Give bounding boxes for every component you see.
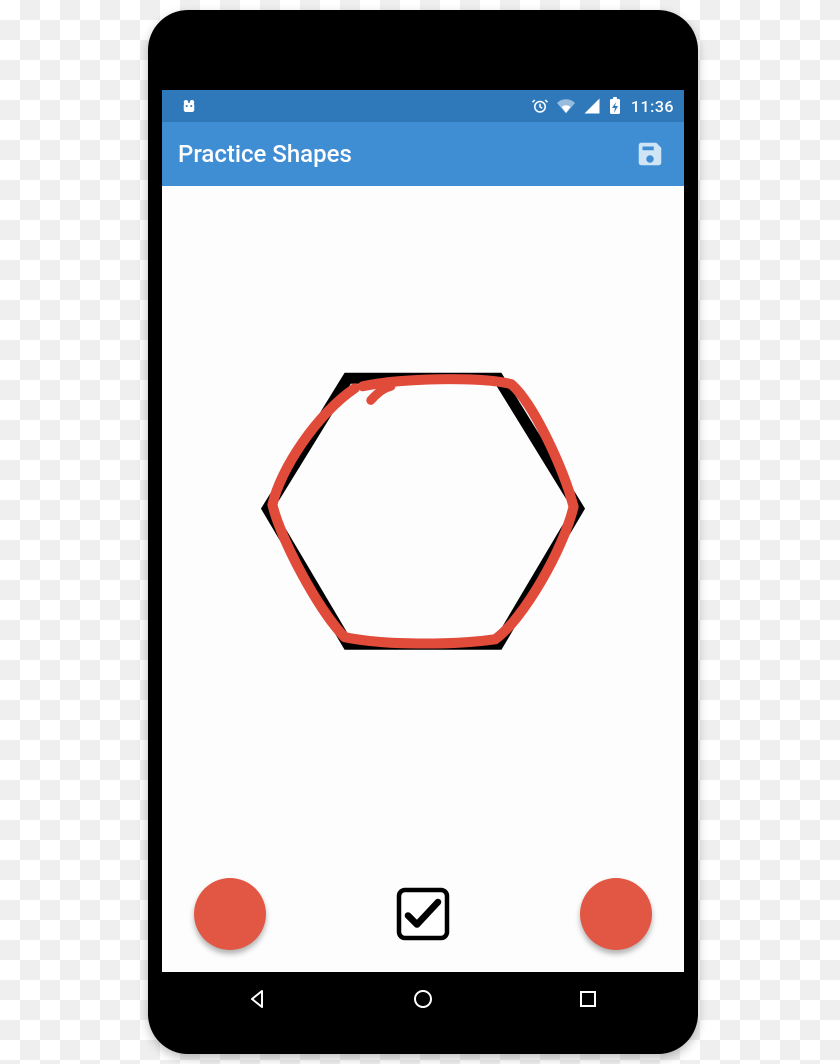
marshmallow-icon: [180, 97, 198, 115]
app-bar: Practice Shapes: [162, 122, 684, 186]
signal-icon: [583, 97, 601, 115]
phone-inner: 11:36 Practice Shapes: [162, 24, 684, 1040]
checkmark-icon: [162, 878, 684, 950]
nav-recents-button[interactable]: [558, 979, 618, 1019]
drawing-canvas[interactable]: [162, 186, 684, 972]
phone-frame: 11:36 Practice Shapes: [148, 10, 698, 1054]
back-icon: [246, 987, 270, 1011]
shape-svg: [162, 186, 684, 972]
screen: 11:36 Practice Shapes: [162, 90, 684, 972]
home-icon: [411, 987, 435, 1011]
nav-home-button[interactable]: [393, 979, 453, 1019]
save-button[interactable]: [632, 136, 668, 172]
wifi-icon: [557, 97, 575, 115]
app-title: Practice Shapes: [178, 140, 632, 168]
android-status-bar: 11:36: [162, 90, 684, 122]
done-button[interactable]: [580, 878, 652, 950]
alarm-icon: [531, 97, 549, 115]
battery-charging-icon: [609, 97, 621, 115]
android-nav-bar: [176, 972, 670, 1026]
nav-back-button[interactable]: [228, 979, 288, 1019]
recents-icon: [576, 987, 600, 1011]
status-time: 11:36: [631, 97, 674, 116]
save-icon: [635, 139, 665, 169]
fab-row: [162, 878, 684, 950]
